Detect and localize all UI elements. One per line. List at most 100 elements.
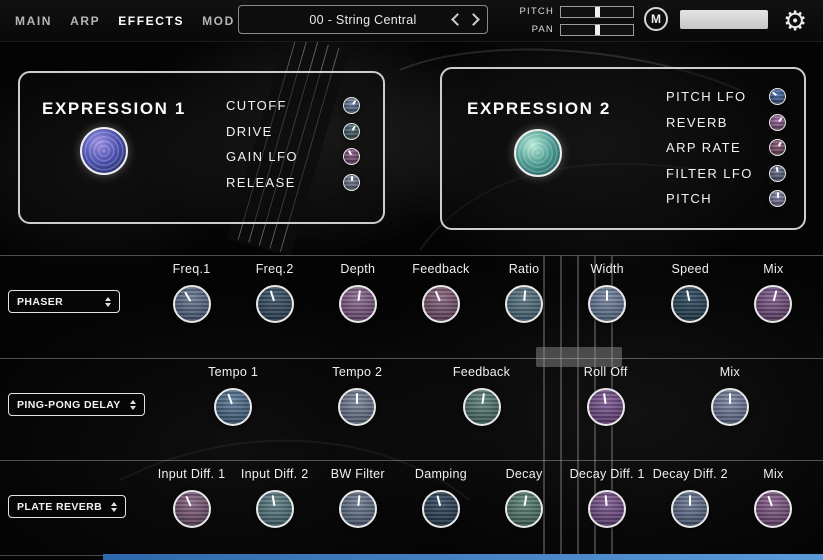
knob-group-mix: Mix (728, 262, 818, 323)
pitch-slider-handle[interactable] (595, 7, 600, 17)
knob-roll-off[interactable] (587, 388, 625, 426)
expression-param-row: FILTER LFO (666, 161, 786, 187)
knob-freq-1[interactable] (173, 285, 211, 323)
knob-mix[interactable] (754, 490, 792, 528)
mini-knob-gain-lfo[interactable] (343, 148, 360, 165)
top-bar: MAINARPEFFECTSMOD 00 - String Central PI… (0, 0, 823, 42)
select-arrows-icon (130, 400, 136, 410)
effect-selector-plate-reverb[interactable]: PLATE REVERB (8, 495, 126, 518)
knob-pointer (770, 191, 785, 206)
knob-label: Tempo 1 (188, 365, 278, 379)
expression-2-knob[interactable] (514, 129, 562, 177)
knob-pointer (462, 388, 500, 426)
pan-slider[interactable] (560, 24, 634, 36)
knob-speed[interactable] (671, 285, 709, 323)
expression-2-params: PITCH LFOREVERBARP RATEFILTER LFOPITCH (666, 84, 786, 212)
knob-width[interactable] (588, 285, 626, 323)
preset-next-icon[interactable] (467, 13, 480, 26)
preset-selector[interactable]: 00 - String Central (238, 5, 488, 34)
knob-feedback[interactable] (463, 388, 501, 426)
expression-2-panel: EXPRESSION 2 PITCH LFOREVERBARP RATEFILT… (440, 67, 806, 230)
mute-button[interactable]: M (644, 7, 668, 31)
knob-pointer (767, 86, 788, 107)
expression-param-label: ARP RATE (666, 140, 741, 155)
pitch-slider[interactable] (560, 6, 634, 18)
knob-pointer (590, 287, 624, 321)
knob-decay-diff-2[interactable] (671, 490, 709, 528)
knob-pointer (752, 487, 796, 531)
expression-param-row: GAIN LFO (226, 144, 360, 170)
mini-knob-release[interactable] (343, 174, 360, 191)
knob-ratio[interactable] (505, 285, 543, 323)
knob-label: Width (562, 262, 652, 276)
pitch-label: PITCH (512, 6, 554, 17)
knob-group-ratio: Ratio (479, 262, 569, 323)
effect-selector-ping-pong-delay[interactable]: PING-PONG DELAY (8, 393, 145, 416)
knob-pointer (420, 488, 462, 530)
tab-main[interactable]: MAIN (6, 14, 61, 28)
expression-param-label: REVERB (666, 115, 728, 130)
knob-label: Feedback (396, 262, 486, 276)
pan-slider-handle[interactable] (595, 25, 600, 35)
knob-group-decay-diff-1: Decay Diff. 1 (562, 467, 652, 528)
preset-prev-icon[interactable] (451, 13, 464, 26)
knob-label: BW Filter (313, 467, 403, 481)
knob-group-feedback: Feedback (396, 262, 486, 323)
knob-group-input-diff-2: Input Diff. 2 (230, 467, 320, 528)
mini-knob-drive[interactable] (343, 123, 360, 140)
knob-label: Freq.1 (147, 262, 237, 276)
pan-label: PAN (512, 24, 554, 35)
tab-effects[interactable]: EFFECTS (109, 14, 193, 28)
expression-param-row: CUTOFF (226, 93, 360, 119)
knob-damping[interactable] (422, 490, 460, 528)
mini-knob-filter-lfo[interactable] (769, 165, 786, 182)
knob-group-damping: Damping (396, 467, 486, 528)
knob-freq-2[interactable] (256, 285, 294, 323)
knob-label: Decay (479, 467, 569, 481)
knob-depth[interactable] (339, 285, 377, 323)
effect-row-ping-pong-delay: PING-PONG DELAYTempo 1Tempo 2FeedbackRol… (0, 358, 823, 460)
knob-group-input-diff-1: Input Diff. 1 (147, 467, 237, 528)
knob-label: Input Diff. 1 (147, 467, 237, 481)
knob-decay-diff-1[interactable] (588, 490, 626, 528)
tab-mod[interactable]: MOD (193, 14, 244, 28)
knob-pointer (670, 284, 710, 324)
master-level-slider[interactable] (680, 10, 768, 29)
knob-pointer (253, 283, 296, 326)
knob-label: Decay Diff. 2 (645, 467, 735, 481)
knob-mix[interactable] (754, 285, 792, 323)
knob-decay[interactable] (505, 490, 543, 528)
select-arrows-icon (105, 297, 111, 307)
tab-arp[interactable]: ARP (61, 14, 109, 28)
mini-knob-reverb[interactable] (769, 114, 786, 131)
knob-pointer (586, 388, 624, 426)
knob-bw-filter[interactable] (339, 490, 377, 528)
knob-pointer (753, 283, 794, 324)
settings-gear-icon[interactable]: ⚙ (783, 1, 807, 41)
mini-knob-pitch[interactable] (769, 190, 786, 207)
knob-pointer (255, 489, 294, 528)
knob-pointer (341, 147, 361, 167)
knob-tempo-2[interactable] (338, 388, 376, 426)
mini-knob-cutoff[interactable] (343, 97, 360, 114)
knob-input-diff-2[interactable] (256, 490, 294, 528)
expression-1-panel: EXPRESSION 1 CUTOFFDRIVEGAIN LFORELEASE (18, 71, 385, 224)
bottom-scrollbar[interactable] (103, 554, 823, 560)
knob-tempo-1[interactable] (214, 388, 252, 426)
knob-pointer (169, 487, 214, 532)
expression-param-row: PITCH (666, 186, 786, 212)
expression-1-knob[interactable] (80, 127, 128, 175)
knob-group-freq-2: Freq.2 (230, 262, 320, 323)
knob-group-bw-filter: BW Filter (313, 467, 403, 528)
knob-mix[interactable] (711, 388, 749, 426)
knob-group-roll-off: Roll Off (561, 365, 651, 426)
knob-label: Damping (396, 467, 486, 481)
knob-feedback[interactable] (422, 285, 460, 323)
expression-param-label: FILTER LFO (666, 166, 753, 181)
knob-input-diff-1[interactable] (173, 490, 211, 528)
knob-pointer (341, 121, 361, 141)
effect-selector-phaser[interactable]: PHASER (8, 290, 120, 313)
knob-pointer (713, 390, 747, 424)
mini-knob-arp-rate[interactable] (769, 139, 786, 156)
mini-knob-pitch-lfo[interactable] (769, 88, 786, 105)
